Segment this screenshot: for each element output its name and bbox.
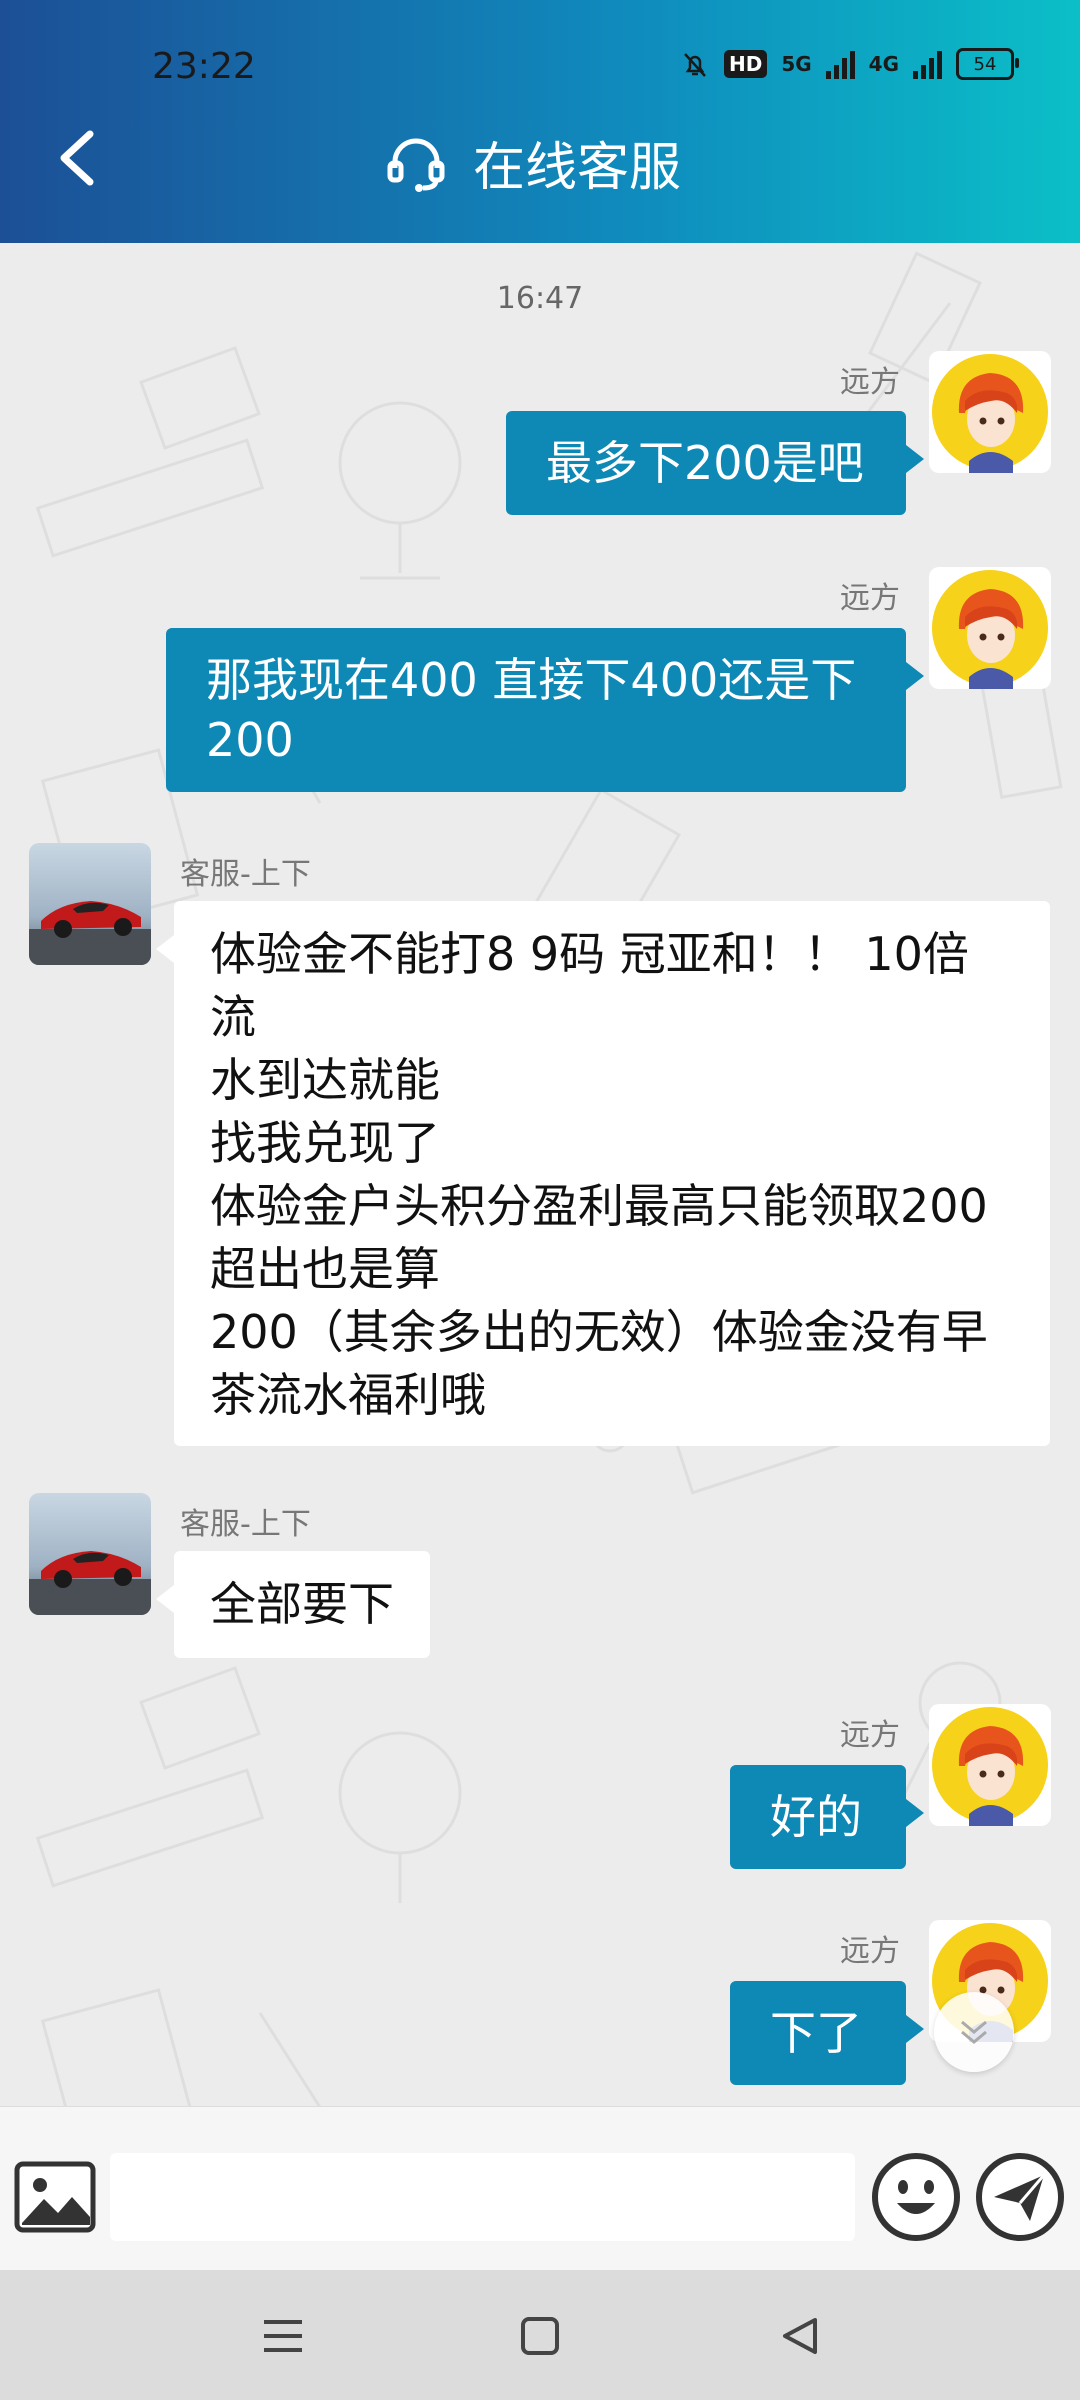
message-line: 水到达就能	[210, 1053, 440, 1107]
signal-icon	[825, 49, 855, 79]
message-line: 200（其余多出的无效）体验金没有早	[210, 1305, 988, 1359]
emoji-button[interactable]	[870, 2151, 962, 2243]
message-input[interactable]	[110, 2153, 855, 2241]
emoji-icon	[872, 2153, 960, 2241]
car-avatar-image	[29, 1493, 151, 1615]
back-triangle-icon	[783, 2318, 817, 2354]
message-line: 那我现在400 直接下400还是下	[206, 653, 857, 707]
home-button[interactable]	[515, 2314, 565, 2358]
message-line: 超出也是算	[210, 1242, 440, 1296]
outgoing-message[interactable]: 下了	[730, 1981, 924, 2085]
status-time: 23:22	[152, 46, 256, 87]
title-group: 在线客服	[385, 125, 681, 200]
sender-name: 远方	[840, 581, 900, 616]
sender-name: 客服-上下	[180, 1507, 311, 1542]
send-button[interactable]	[974, 2151, 1066, 2243]
outgoing-message[interactable]: 最多下200是吧	[506, 411, 924, 515]
headset-icon	[387, 138, 445, 192]
message-line: 找我兑现了	[210, 1116, 440, 1170]
recent-apps-button[interactable]	[258, 2314, 308, 2358]
user-avatar[interactable]	[929, 351, 1051, 473]
user-avatar[interactable]	[929, 567, 1051, 689]
message-line: 茶流水福利哦	[210, 1368, 486, 1422]
incoming-message[interactable]: 全部要下	[156, 1551, 430, 1658]
home-icon	[521, 2317, 559, 2355]
app-header: 23:22 HD 5G 4G 54 在线客服	[0, 0, 1080, 243]
outgoing-message[interactable]: 那我现在400 直接下400还是下 200	[166, 628, 924, 792]
status-icons: HD 5G 4G 54	[680, 48, 1019, 80]
chat-area[interactable]: 16:47 远方 最多下200是吧 远方 那我现在400 直接下400还是下 2…	[0, 243, 1080, 2106]
agent-avatar[interactable]	[29, 843, 151, 965]
system-nav-bar	[0, 2270, 1080, 2400]
send-icon	[976, 2153, 1064, 2241]
chat-timestamp: 16:47	[496, 281, 584, 316]
back-button[interactable]	[52, 118, 112, 198]
scroll-down-icon	[961, 2020, 987, 2044]
incoming-message[interactable]: 体验金不能打8 9码 冠亚和！！ 10倍流 水到达就能 找我兑现了 体验金户头积…	[156, 901, 1050, 1446]
avatar-image	[929, 1704, 1051, 1826]
sender-name: 远方	[840, 365, 900, 400]
image-icon	[14, 2161, 96, 2233]
sender-name: 客服-上下	[180, 857, 311, 892]
car-avatar-image	[29, 843, 151, 965]
scroll-to-bottom-button[interactable]	[934, 1992, 1014, 2072]
sender-name: 远方	[840, 1934, 900, 1969]
system-back-button[interactable]	[775, 2314, 825, 2358]
user-avatar[interactable]	[929, 1704, 1051, 1826]
avatar-image	[929, 351, 1051, 473]
network-4g: 4G	[868, 52, 899, 76]
battery-level: 54	[973, 53, 997, 75]
sender-name: 远方	[840, 1718, 900, 1753]
signal-icon-2	[913, 49, 942, 79]
page-title: 在线客服	[473, 138, 682, 198]
network-5g: 5G	[781, 52, 812, 76]
message-line: 体验金户头积分盈利最高只能领取200	[210, 1179, 988, 1233]
input-bar	[0, 2106, 1080, 2271]
menu-icon	[264, 2320, 302, 2352]
message-line: 体验金不能打8 9码 冠亚和！！ 10倍流	[210, 927, 969, 1044]
avatar-image	[929, 567, 1051, 689]
outgoing-message[interactable]: 好的	[730, 1765, 924, 1869]
back-icon	[60, 130, 94, 186]
mute-bell-icon	[684, 53, 706, 77]
image-button[interactable]	[14, 2161, 96, 2233]
agent-avatar[interactable]	[29, 1493, 151, 1615]
message-line: 200	[206, 713, 294, 767]
hd-badge: HD	[723, 50, 768, 78]
battery-indicator: 54	[956, 48, 1019, 80]
